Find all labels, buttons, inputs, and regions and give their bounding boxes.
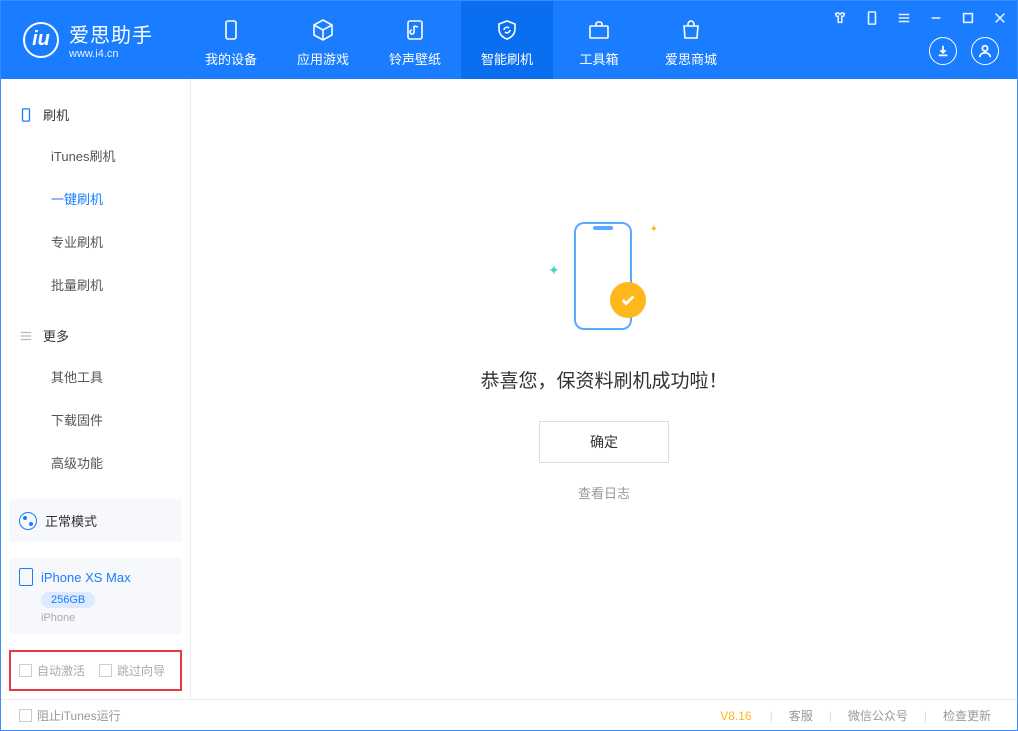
phone-outline-icon[interactable] [861, 7, 883, 29]
storage-badge: 256GB [41, 592, 95, 608]
sidebar-item-advanced[interactable]: 高级功能 [1, 441, 190, 484]
checkbox-block-itunes[interactable]: 阻止iTunes运行 [19, 707, 121, 724]
checkmark-badge-icon [610, 282, 646, 318]
view-log-link[interactable]: 查看日志 [578, 483, 630, 502]
group-title: 刷机 [43, 105, 69, 124]
tab-smart-flash[interactable]: 智能刷机 [461, 1, 553, 79]
checkbox-label: 跳过向导 [117, 662, 165, 679]
sidebar-item-itunes-flash[interactable]: iTunes刷机 [1, 134, 190, 177]
checkbox-label: 阻止iTunes运行 [37, 707, 121, 724]
checkbox-label: 自动激活 [37, 662, 85, 679]
app-title: 爱思助手 [69, 19, 153, 48]
user-icon[interactable] [971, 37, 999, 65]
footer-link-support[interactable]: 客服 [781, 707, 821, 724]
sidebar-item-pro-flash[interactable]: 专业刷机 [1, 220, 190, 263]
app-header: iu 爱思助手 www.i4.cn 我的设备 应用游戏 铃声壁纸 智能刷机 工具… [1, 1, 1017, 79]
footer-left: 阻止iTunes运行 [19, 707, 121, 724]
checkbox-box [19, 709, 32, 722]
phone-notch-graphic [593, 226, 613, 230]
tab-toolbox[interactable]: 工具箱 [553, 1, 645, 79]
tab-my-device[interactable]: 我的设备 [185, 1, 277, 79]
music-file-icon [402, 17, 428, 43]
checkbox-auto-activate[interactable]: 自动激活 [19, 662, 85, 679]
app-footer: 阻止iTunes运行 V8.16 | 客服 | 微信公众号 | 检查更新 [1, 699, 1017, 731]
maximize-button[interactable] [957, 7, 979, 29]
phone-icon [19, 108, 33, 122]
tab-label: 爱思商城 [665, 49, 717, 68]
logo-text: 爱思助手 www.i4.cn [69, 19, 153, 60]
main-tabs: 我的设备 应用游戏 铃声壁纸 智能刷机 工具箱 爱思商城 [185, 1, 737, 79]
sidebar-group-more[interactable]: 更多 [1, 316, 190, 355]
app-logo-icon: iu [23, 22, 59, 58]
success-message: 恭喜您，保资料刷机成功啦！ [480, 366, 727, 393]
tab-label: 应用游戏 [297, 49, 349, 68]
sidebar-item-other-tools[interactable]: 其他工具 [1, 355, 190, 398]
ok-button[interactable]: 确定 [539, 421, 669, 463]
sidebar-item-onekey-flash[interactable]: 一键刷机 [1, 177, 190, 220]
phone-small-icon [19, 568, 33, 586]
menu-icon[interactable] [893, 7, 915, 29]
sidebar-item-download-firmware[interactable]: 下载固件 [1, 398, 190, 441]
device-mode-box[interactable]: 正常模式 [9, 499, 182, 542]
tab-store[interactable]: 爱思商城 [645, 1, 737, 79]
logo-area: iu 爱思助手 www.i4.cn [1, 1, 173, 60]
briefcase-icon [586, 17, 612, 43]
tab-label: 我的设备 [205, 49, 257, 68]
sidebar-group-flash[interactable]: 刷机 [1, 95, 190, 134]
checkbox-box [19, 664, 32, 677]
window-controls [829, 7, 1011, 29]
minimize-button[interactable] [925, 7, 947, 29]
checkbox-box [99, 664, 112, 677]
device-mode-row: 正常模式 [19, 511, 172, 530]
app-body: 刷机 iTunes刷机 一键刷机 专业刷机 批量刷机 更多 其他工具 下载固件 … [1, 79, 1017, 699]
hamburger-icon [19, 329, 33, 343]
tab-ringtones-wallpapers[interactable]: 铃声壁纸 [369, 1, 461, 79]
mode-icon [19, 512, 37, 530]
footer-link-wechat[interactable]: 微信公众号 [840, 707, 916, 724]
flash-options-row: 自动激活 跳过向导 [9, 650, 182, 691]
close-button[interactable] [989, 7, 1011, 29]
device-info-box[interactable]: iPhone XS Max 256GB iPhone [9, 558, 182, 634]
shirt-icon[interactable] [829, 7, 851, 29]
app-subtitle: www.i4.cn [69, 48, 153, 60]
shopping-bag-icon [678, 17, 704, 43]
device-type: iPhone [41, 612, 172, 624]
shield-refresh-icon [494, 17, 520, 43]
tab-label: 工具箱 [579, 49, 618, 68]
sparkle-icon: ✦ [650, 224, 658, 235]
main-content: ✦ ✦ 恭喜您，保资料刷机成功啦！ 确定 查看日志 [191, 79, 1017, 699]
tab-label: 智能刷机 [481, 49, 533, 68]
footer-right: V8.16 | 客服 | 微信公众号 | 检查更新 [720, 707, 999, 724]
sidebar-item-batch-flash[interactable]: 批量刷机 [1, 263, 190, 306]
sparkle-icon: ✦ [548, 262, 560, 279]
download-icon[interactable] [929, 37, 957, 65]
device-mode-label: 正常模式 [45, 511, 97, 530]
group-title: 更多 [43, 326, 69, 345]
footer-link-update[interactable]: 检查更新 [935, 707, 999, 724]
device-name: iPhone XS Max [41, 570, 131, 585]
tab-apps-games[interactable]: 应用游戏 [277, 1, 369, 79]
sidebar: 刷机 iTunes刷机 一键刷机 专业刷机 批量刷机 更多 其他工具 下载固件 … [1, 79, 191, 699]
tab-label: 铃声壁纸 [389, 49, 441, 68]
version-label: V8.16 [720, 709, 751, 723]
header-actions [929, 37, 999, 65]
checkbox-skip-guide[interactable]: 跳过向导 [99, 662, 165, 679]
device-name-row: iPhone XS Max [19, 568, 172, 586]
cube-icon [310, 17, 336, 43]
sidebar-nav: 刷机 iTunes刷机 一键刷机 专业刷机 批量刷机 更多 其他工具 下载固件 … [1, 79, 190, 491]
device-icon [218, 17, 244, 43]
success-illustration: ✦ ✦ [544, 216, 664, 346]
